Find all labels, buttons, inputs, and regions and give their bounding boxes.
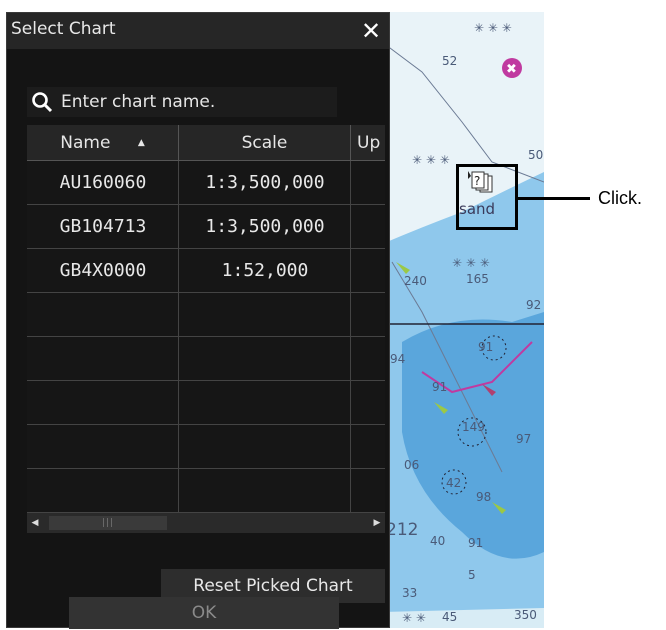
- search-icon: [32, 92, 53, 113]
- depth-label: 240: [404, 274, 427, 288]
- empty-table-row[interactable]: [27, 337, 385, 381]
- table-row[interactable]: GB4X0000 1:52,000: [27, 249, 385, 293]
- empty-table-row[interactable]: [27, 469, 385, 513]
- search-box[interactable]: [27, 87, 337, 117]
- scrollbar-grip: |||: [101, 518, 115, 528]
- depth-label: 149: [462, 420, 485, 434]
- chart-name-search-input[interactable]: [61, 89, 331, 115]
- depth-label: 50: [528, 148, 544, 162]
- depth-label: 91: [478, 340, 494, 354]
- column-header-label: Name: [60, 133, 111, 153]
- chart-name-cell: GB104713: [59, 216, 147, 237]
- horizontal-scrollbar[interactable]: ◀ ||| ▶: [27, 513, 385, 533]
- svg-text:✳ ✳ ✳: ✳ ✳ ✳: [412, 153, 450, 167]
- table-row[interactable]: AU160060 1:3,500,000: [27, 161, 385, 205]
- close-button[interactable]: ✕: [357, 18, 385, 44]
- empty-table-row[interactable]: [27, 293, 385, 337]
- depth-label: 33: [402, 586, 418, 600]
- depth-label: 40: [430, 534, 446, 548]
- svg-text:✳ ✳: ✳ ✳: [402, 611, 426, 625]
- chart-name-cell: GB4X0000: [59, 260, 147, 281]
- depth-label: 94: [390, 352, 406, 366]
- column-header-scale[interactable]: Scale: [179, 125, 351, 161]
- depth-label: 06: [404, 458, 420, 472]
- dialog-title-bar[interactable]: Select Chart ✕: [7, 13, 389, 49]
- ok-button[interactable]: OK: [69, 597, 339, 629]
- scroll-right-arrow-icon[interactable]: ▶: [369, 513, 385, 533]
- depth-label: 350: [514, 608, 537, 622]
- svg-text:✳ ✳ ✳: ✳ ✳ ✳: [474, 21, 512, 35]
- chart-scale-cell: 1:3,500,000: [205, 172, 325, 193]
- depth-label: 42: [446, 476, 462, 490]
- chart-scale-cell: 1:3,500,000: [205, 216, 325, 237]
- chart-name-cell: AU160060: [59, 172, 147, 193]
- callout-instruction-text: Click.: [598, 188, 642, 208]
- nautical-chart-map[interactable]: ✳ ✳ ✳ ✳ ✳ ✳ ✳ ✳ ✳ ✳ ✳ ✖ 52 50 240 165 92…: [382, 12, 544, 628]
- sand-feature-label: sand: [459, 200, 496, 218]
- empty-table-row[interactable]: [27, 381, 385, 425]
- depth-label: 45: [442, 610, 458, 624]
- svg-text:?: ?: [474, 174, 480, 188]
- column-header-name[interactable]: Name ▲: [27, 125, 179, 161]
- chart-scale-cell: 1:52,000: [221, 260, 309, 281]
- sort-ascending-icon: ▲: [137, 138, 145, 148]
- depth-label: 165: [466, 272, 489, 286]
- depth-label: 52: [442, 54, 458, 68]
- depth-label: 92: [526, 298, 542, 312]
- depth-label: 98: [476, 490, 492, 504]
- table-row[interactable]: GB104713 1:3,500,000: [27, 205, 385, 249]
- chart-list-table: Name ▲ Scale Up AU160060 1:3,500,000 GB1…: [27, 125, 385, 513]
- depth-label: 91: [432, 380, 448, 394]
- empty-table-row[interactable]: [27, 425, 385, 469]
- scrollbar-thumb[interactable]: |||: [49, 516, 167, 530]
- dialog-title: Select Chart: [11, 19, 116, 39]
- svg-text:✳ ✳ ✳: ✳ ✳ ✳: [452, 256, 490, 270]
- callout-leader-line: [518, 197, 590, 200]
- depth-label: 97: [516, 432, 532, 446]
- scroll-left-arrow-icon[interactable]: ◀: [27, 513, 43, 533]
- chart-documents-icon[interactable]: ?: [466, 170, 496, 200]
- depth-label: 91: [468, 536, 484, 550]
- depth-label: 5: [468, 568, 476, 582]
- column-header-update[interactable]: Up: [351, 125, 385, 161]
- depth-label: 212: [386, 520, 419, 540]
- select-chart-dialog: Select Chart ✕ Name ▲ Scale Up AU160060 …: [6, 12, 390, 629]
- svg-text:✖: ✖: [506, 62, 517, 77]
